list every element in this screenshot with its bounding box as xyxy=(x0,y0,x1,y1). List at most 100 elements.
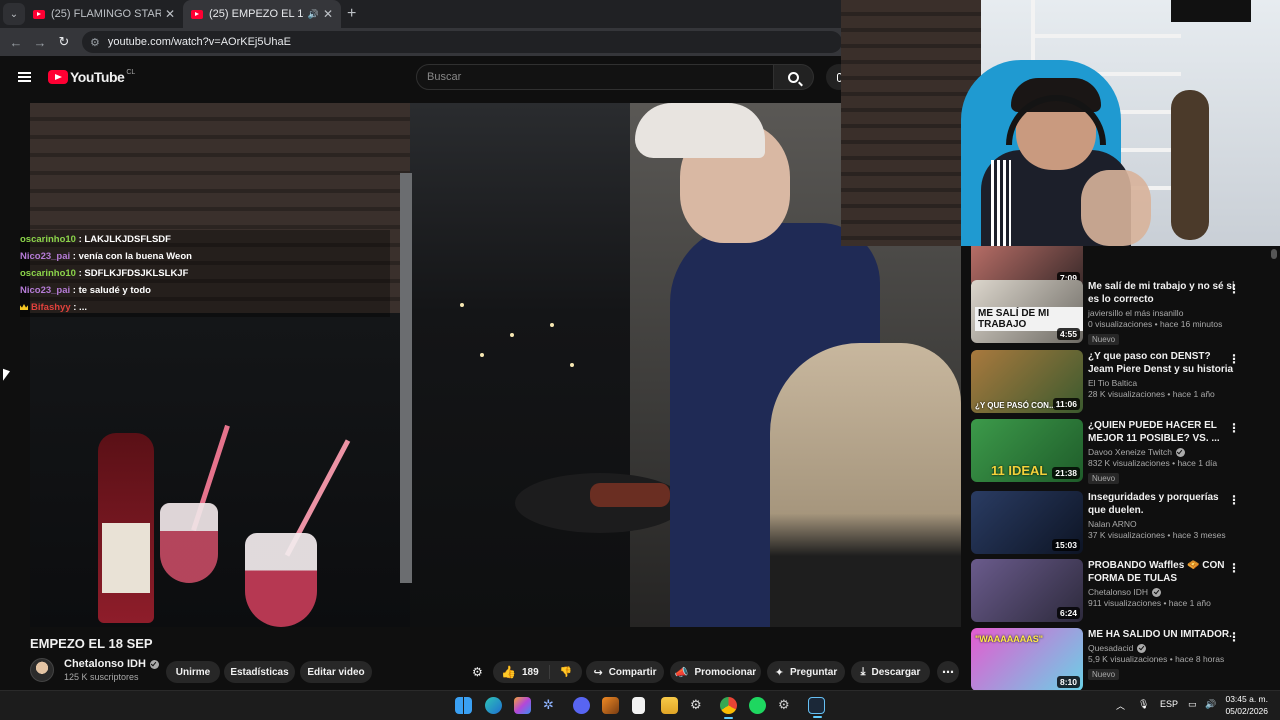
video-title[interactable]: ME HA SALIDO UN IMITADOR. xyxy=(1088,628,1238,641)
promote-button[interactable]: 📣 Promocionar xyxy=(670,661,761,683)
more-vertical-icon[interactable]: ⋮ xyxy=(1228,561,1240,575)
close-icon[interactable]: ✕ xyxy=(323,7,333,21)
verified-icon xyxy=(149,659,159,669)
video-thumbnail[interactable]: "WAAAAAAAS" 8:10 xyxy=(971,628,1083,690)
channel-name[interactable]: Chetalonso IDH xyxy=(64,658,146,670)
scrollbar-thumb[interactable] xyxy=(1271,249,1277,259)
stats-button[interactable]: Estadísticas xyxy=(224,661,295,683)
gear-app-icon[interactable]: ⚙ xyxy=(778,697,795,714)
network-app-icon[interactable]: ✲ xyxy=(543,697,560,714)
browser-tab-empezo[interactable]: (25) EMPEZO EL 18 SEP - Yo 🔊 ✕ xyxy=(183,0,341,28)
copilot-icon[interactable] xyxy=(514,697,531,714)
join-button[interactable]: Unirme xyxy=(166,661,220,683)
channel-name[interactable]: Chetalonso IDH xyxy=(1088,587,1148,597)
share-button[interactable]: ↪ Compartir xyxy=(586,661,664,683)
close-icon[interactable]: ✕ xyxy=(165,7,175,21)
sidebar-scrollbar[interactable] xyxy=(1271,246,1277,690)
ask-button[interactable]: ✦ Preguntar xyxy=(767,661,845,683)
video-duration: 11:06 xyxy=(1052,398,1080,410)
dislike-button[interactable]: 👎 xyxy=(550,667,582,678)
search-input[interactable]: Buscar xyxy=(416,64,774,90)
browser-tab-flamingo[interactable]: (25) FLAMINGO STAR | Yvng Sw ✕ xyxy=(25,0,183,28)
file-icon[interactable] xyxy=(632,697,645,714)
channel-name[interactable]: Davoo Xeneize Twitch xyxy=(1088,447,1172,457)
edge-icon[interactable] xyxy=(485,697,502,714)
forward-arrow-icon[interactable]: → xyxy=(28,35,52,50)
video-title[interactable]: ¿QUIEN PUEDE HACER EL MEJOR 11 POSIBLE? … xyxy=(1088,419,1238,445)
more-vertical-icon[interactable]: ⋮ xyxy=(1228,282,1240,296)
video-meta: 0 visualizaciones • hace 16 minutos xyxy=(1088,319,1223,329)
video-thumbnail[interactable]: 6:24 xyxy=(971,559,1083,622)
youtube-logo[interactable]: YouTube CL xyxy=(48,69,135,85)
chat-text: : ... xyxy=(70,302,87,313)
channel-name[interactable]: Quesadacid xyxy=(1088,643,1133,653)
shield-app-icon[interactable] xyxy=(602,697,619,714)
recommendation-item[interactable]: 11 IDEAL 21:38 ¿QUIEN PUEDE HACER EL MEJ… xyxy=(970,419,1270,484)
country-code: CL xyxy=(126,68,136,76)
video-owner: Chetalonso IDH 125 K suscriptores xyxy=(30,658,159,682)
menu-icon[interactable] xyxy=(18,72,31,82)
recommendation-item[interactable]: 15:03 Inseguridades y porquerías que due… xyxy=(970,491,1270,555)
more-vertical-icon[interactable]: ⋮ xyxy=(1228,421,1240,435)
video-player[interactable] xyxy=(30,103,961,627)
video-thumbnail[interactable]: ¿Y QUE PASÓ CON...? 11:06 xyxy=(971,350,1083,413)
site-info-icon[interactable]: ⚙ xyxy=(90,36,100,49)
discord-icon[interactable] xyxy=(573,697,590,714)
logo-text: YouTube xyxy=(70,69,125,85)
channel-name[interactable]: Nalan ARNO xyxy=(1088,519,1238,529)
reload-icon[interactable]: ↻ xyxy=(52,34,76,50)
language-indicator[interactable]: ESP xyxy=(1160,699,1178,709)
address-bar[interactable]: ⚙ youtube.com/watch?v=AOrKEj5UhaE xyxy=(82,31,842,53)
channel-avatar[interactable] xyxy=(30,658,54,682)
video-title[interactable]: PROBANDO Waffles 🧇 CON FORMA DE TULAS xyxy=(1088,559,1238,585)
crown-icon xyxy=(20,304,28,310)
channel-name-row[interactable]: Chetalonso IDH xyxy=(64,658,159,670)
like-button[interactable]: 👍 189 xyxy=(493,665,550,679)
more-vertical-icon[interactable]: ⋮ xyxy=(1228,352,1240,366)
recommendation-item[interactable]: "WAAAAAAAS" 8:10 ME HA SALIDO UN IMITADO… xyxy=(970,628,1270,690)
channel-name-row[interactable]: Chetalonso IDH xyxy=(1088,587,1238,597)
more-vertical-icon[interactable]: ⋮ xyxy=(1228,493,1240,507)
mouse-cursor-icon xyxy=(3,368,10,384)
more-vertical-icon[interactable]: ⋮ xyxy=(1228,630,1240,644)
channel-name[interactable]: javiersillo el más insanillo xyxy=(1088,308,1238,318)
speaker-icon[interactable]: 🔊 xyxy=(308,9,319,20)
edit-video-button[interactable]: Editar video xyxy=(300,661,372,683)
wifi-icon[interactable]: ▭ xyxy=(1188,699,1197,710)
video-thumbnail[interactable]: 15:03 xyxy=(971,491,1083,554)
sparkle-icon: ✦ xyxy=(774,666,784,679)
tab-search-button[interactable]: ⌄ xyxy=(3,3,25,25)
share-label: Compartir xyxy=(608,666,657,678)
channel-name-row[interactable]: Quesadacid xyxy=(1088,643,1238,653)
channel-name[interactable]: El Tio Baltica xyxy=(1088,378,1238,388)
video-title[interactable]: Me salí de mi trabajo y no sé si es lo c… xyxy=(1088,280,1238,306)
chevron-up-icon[interactable]: ︿ xyxy=(1116,699,1125,712)
megaphone-icon: 📣 xyxy=(674,666,689,679)
thumbnail-text: 11 IDEAL xyxy=(991,463,1048,478)
spotify-icon[interactable] xyxy=(749,697,766,714)
windows-start-icon[interactable] xyxy=(455,697,472,714)
ai-sparkle-icon[interactable]: ⚙ xyxy=(472,665,483,679)
video-thumbnail[interactable]: ME SALÍ DE MI TRABAJO 4:55 xyxy=(971,280,1083,343)
new-tab-button[interactable]: + xyxy=(347,5,356,23)
chrome-icon[interactable] xyxy=(720,697,737,719)
recommendation-item[interactable]: 6:24 PROBANDO Waffles 🧇 CON FORMA DE TUL… xyxy=(970,559,1270,623)
video-title[interactable]: Inseguridades y porquerías que duelen. xyxy=(1088,491,1238,517)
more-actions-button[interactable]: ⋯ xyxy=(937,661,959,683)
file-explorer-icon[interactable] xyxy=(661,697,678,714)
back-arrow-icon[interactable]: ← xyxy=(4,35,28,50)
video-title[interactable]: ¿Y que paso con DENST? Jeam Piere Denst … xyxy=(1088,350,1238,376)
video-thumbnail[interactable]: 11 IDEAL 21:38 xyxy=(971,419,1083,482)
recommendation-item[interactable]: ME SALÍ DE MI TRABAJO 4:55 Me salí de mi… xyxy=(970,280,1270,345)
microphone-icon[interactable]: 🎙 xyxy=(1138,699,1149,710)
channel-name-row[interactable]: Davoo Xeneize Twitch xyxy=(1088,447,1238,457)
steam-icon[interactable] xyxy=(808,697,825,718)
search-button[interactable] xyxy=(774,64,814,90)
taskbar-clock[interactable]: 03:45 a. m. 05/02/2026 xyxy=(1222,693,1268,717)
promote-label: Promocionar xyxy=(694,666,757,678)
video-scene-cap xyxy=(635,103,765,158)
volume-icon[interactable]: 🔊 xyxy=(1205,699,1216,710)
settings-icon[interactable]: ⚙ xyxy=(690,697,707,714)
download-button[interactable]: ⤓ Descargar xyxy=(851,661,930,683)
recommendation-item[interactable]: ¿Y QUE PASÓ CON...? 11:06 ¿Y que paso co… xyxy=(970,350,1270,414)
